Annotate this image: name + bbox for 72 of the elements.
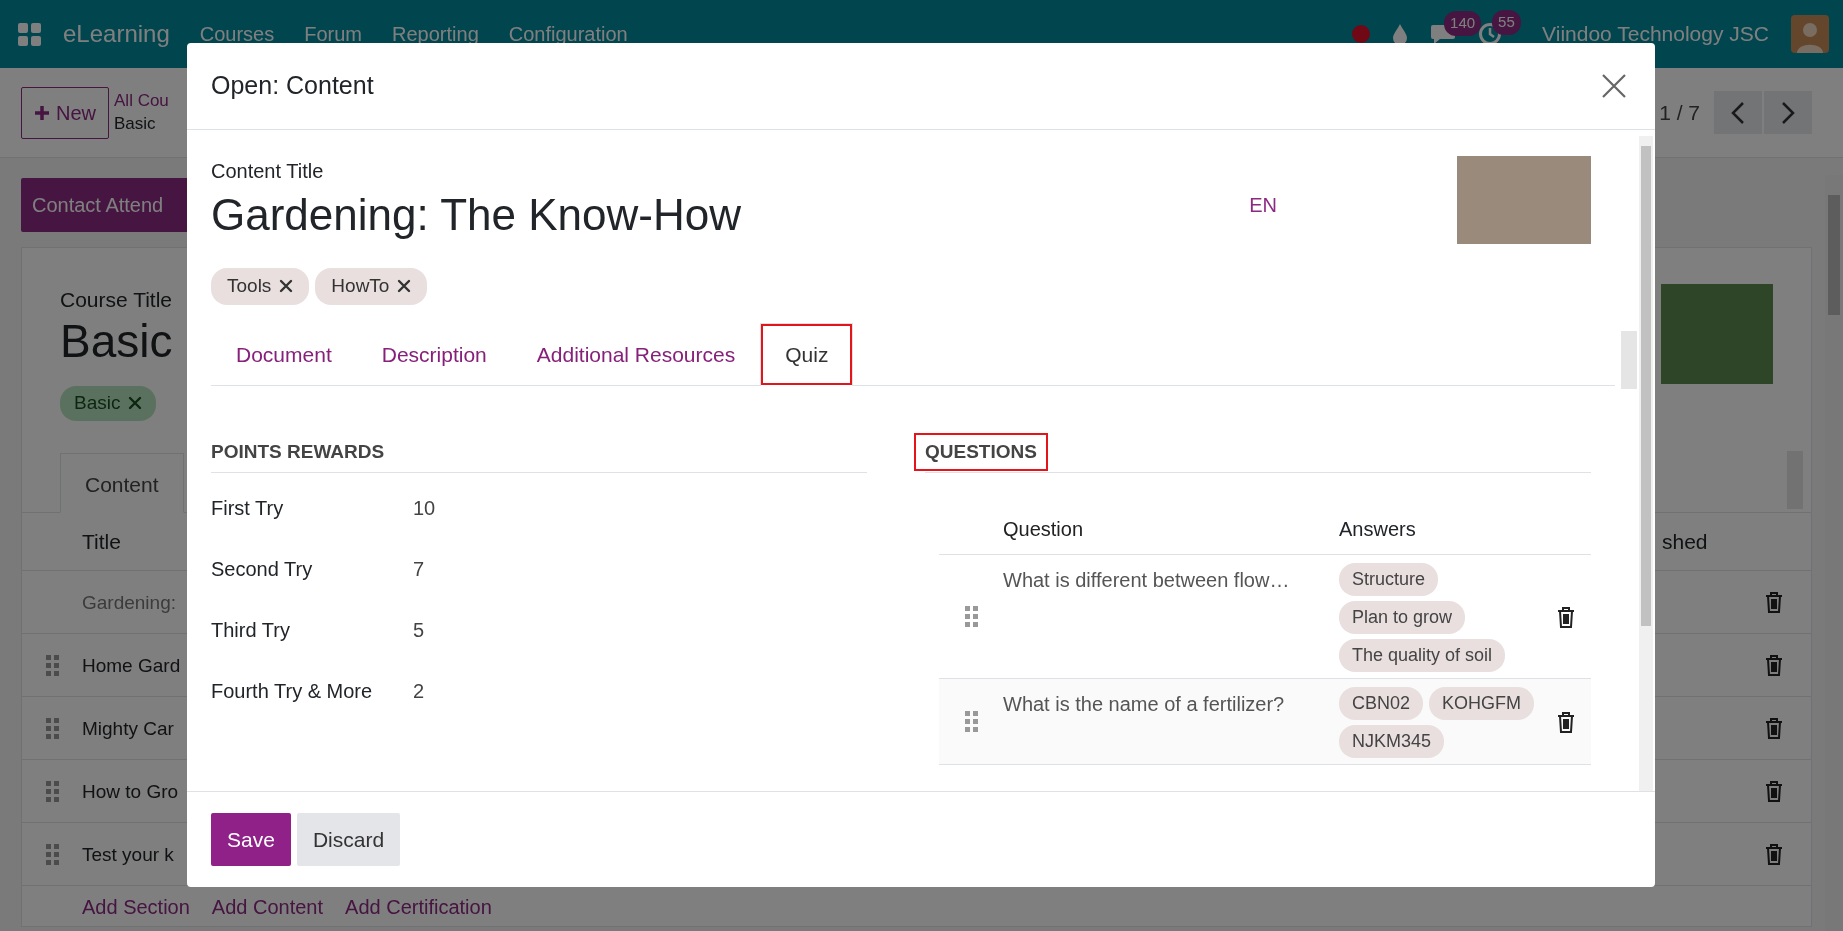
course-title: Basic: [60, 315, 173, 367]
scrollbar[interactable]: [1621, 330, 1637, 389]
message-count-badge: 140: [1444, 11, 1482, 36]
field-value: 7: [413, 557, 425, 582]
tab[interactable]: Additional Resources: [511, 323, 761, 386]
next-button[interactable]: [1764, 91, 1812, 134]
drag-handle-icon[interactable]: [45, 654, 59, 676]
tag[interactable]: Basic: [60, 386, 157, 421]
pager-counter: 1 / 7: [1659, 99, 1700, 126]
remove-icon: [279, 279, 294, 294]
table-cell-text: What is the name of a fertilizer?: [1003, 692, 1286, 717]
breadcrumb-current: Basic: [114, 112, 157, 135]
status-dot-icon: [1352, 25, 1371, 43]
column-header[interactable]: Question: [1003, 513, 1339, 544]
close-icon: [1601, 73, 1627, 99]
chevron-right-icon: [1781, 100, 1795, 125]
answer-tag: CBN02: [1339, 687, 1424, 720]
dialog-title: Open: Content: [211, 70, 374, 102]
breadcrumb-link[interactable]: All Cou: [114, 89, 169, 113]
tab[interactable]: Content: [60, 453, 184, 513]
app-name[interactable]: eLearning: [63, 16, 170, 52]
drag-handle-icon[interactable]: [45, 780, 59, 802]
remove-icon: [397, 279, 412, 294]
discard-button[interactable]: Discard: [296, 812, 401, 867]
table-cell: Home Gard: [82, 655, 181, 677]
tag[interactable]: Tools: [211, 268, 310, 305]
field-value: 2: [413, 679, 425, 704]
table-cell: Mighty Car: [82, 718, 174, 740]
tab[interactable]: Description: [356, 323, 512, 386]
answer-tag: The quality of soil: [1339, 639, 1506, 672]
answer-tag: KOHGFM: [1429, 687, 1535, 720]
previous-button[interactable]: [1714, 91, 1762, 134]
field-label: Course Title: [60, 287, 173, 313]
drag-handle-icon[interactable]: [964, 606, 978, 627]
tab[interactable]: Quiz: [760, 323, 854, 386]
language-link[interactable]: EN: [1249, 190, 1277, 220]
activity-count-badge: 55: [1492, 10, 1521, 35]
add-link[interactable]: Add Content: [211, 892, 324, 922]
field-label: First Try: [211, 496, 285, 521]
tab[interactable]: Document: [211, 323, 357, 386]
field-label: Fourth Try & More: [211, 679, 374, 704]
chevron-left-icon: [1731, 100, 1745, 125]
drop-icon[interactable]: [1392, 23, 1409, 45]
column-header[interactable]: shed: [1656, 525, 1736, 558]
field-label: Second Try: [211, 557, 314, 582]
table-cell: Gardening:: [82, 592, 176, 614]
drag-handle-icon[interactable]: [45, 717, 59, 739]
trash-icon[interactable]: [1557, 710, 1575, 733]
table-cell-text: What is different between flow…: [1003, 568, 1291, 593]
apps-menu-icon[interactable]: [18, 22, 41, 46]
scrollbar[interactable]: [1639, 136, 1653, 791]
answer-tag: NJKM345: [1339, 725, 1445, 758]
field-value: 5: [413, 618, 425, 643]
section-title: QUESTIONS: [913, 431, 1049, 472]
trash-icon[interactable]: [1557, 605, 1575, 628]
add-link[interactable]: Add Certification: [345, 892, 492, 922]
answer-tag: Plan to grow: [1339, 601, 1466, 634]
add-link[interactable]: Add Section: [82, 892, 190, 922]
field-value: 10: [413, 496, 436, 521]
column-header[interactable]: Answers: [1339, 513, 1416, 544]
table-cell: Test your k: [82, 844, 174, 866]
section-title: POINTS REWARDS: [211, 439, 385, 464]
table-cell: How to Gro: [82, 781, 179, 803]
field-label: Third Try: [211, 618, 291, 643]
tag[interactable]: HowTo: [315, 268, 428, 305]
drag-handle-icon[interactable]: [964, 711, 978, 732]
plus-icon: [34, 104, 50, 121]
save-button[interactable]: Save: [211, 812, 291, 867]
answer-tag: Structure: [1339, 563, 1439, 596]
drag-handle-icon[interactable]: [45, 843, 59, 865]
new-button[interactable]: New: [21, 86, 109, 139]
remove-icon: [128, 396, 143, 411]
